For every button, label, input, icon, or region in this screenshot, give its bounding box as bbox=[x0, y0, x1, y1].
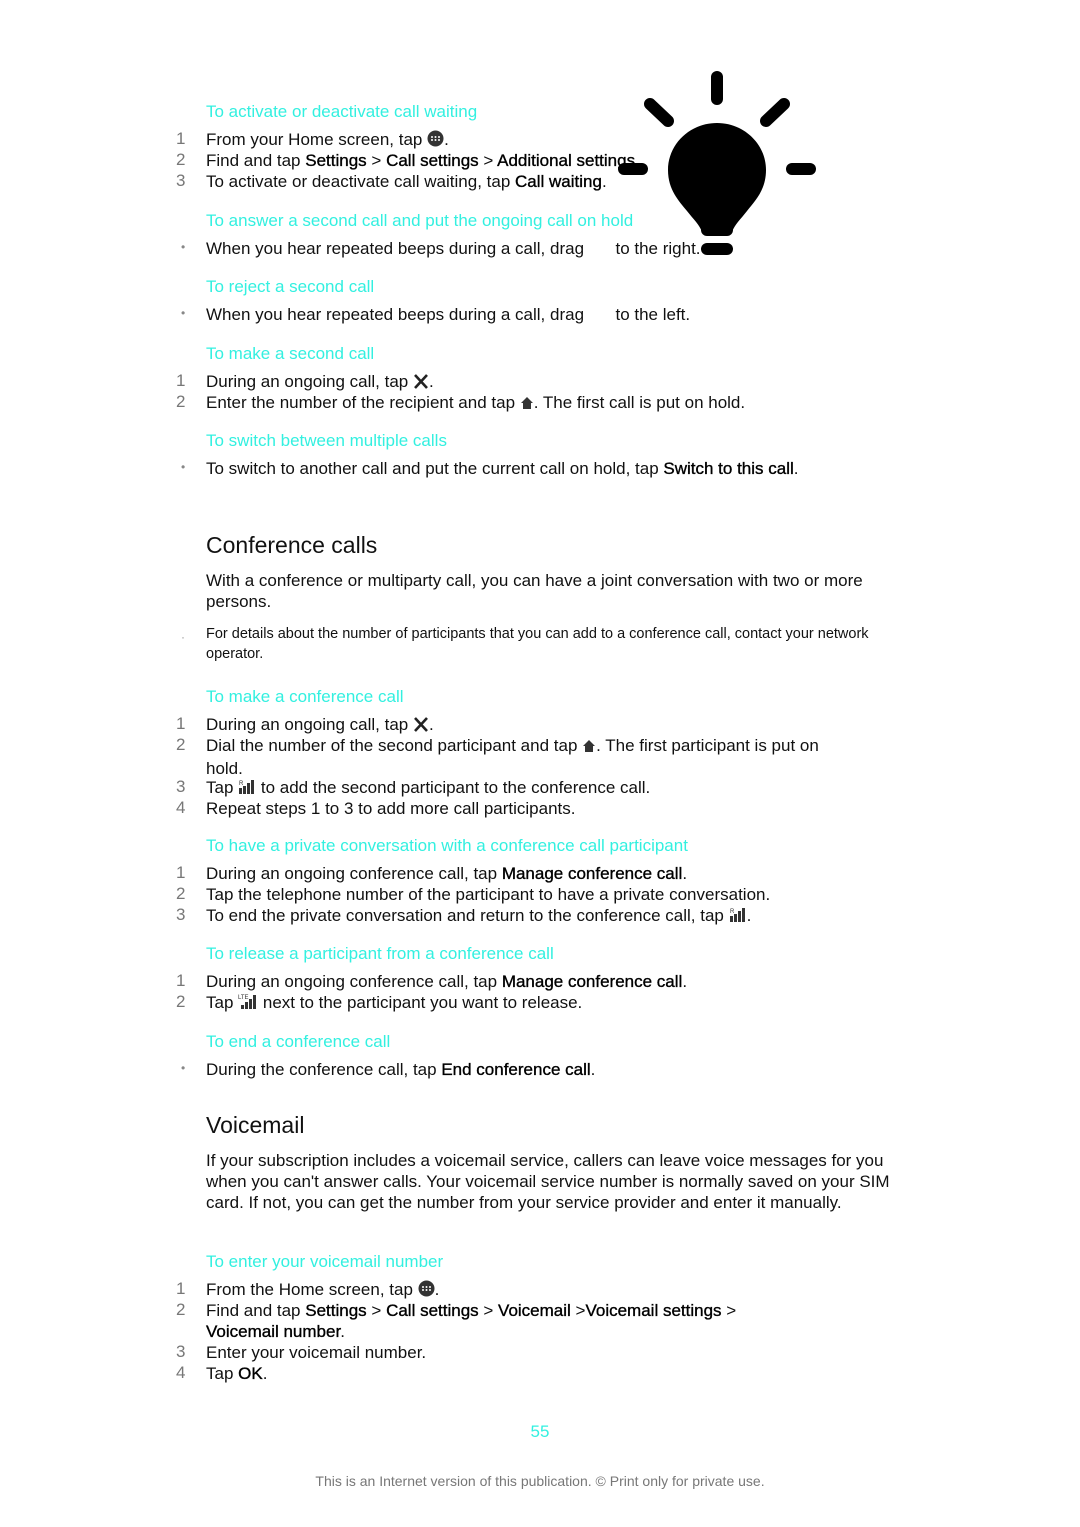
bullet: • bbox=[181, 1061, 186, 1075]
bullet-text: To switch to another call and put the cu… bbox=[206, 459, 799, 478]
hold-home-icon bbox=[582, 737, 596, 758]
ui-label-call-settings: Call settings bbox=[386, 151, 479, 170]
heading-end-conference-call: To end a conference call bbox=[206, 1032, 391, 1051]
step-text: Tap R to add the second participant to t… bbox=[206, 777, 906, 800]
merge-calls-signal-icon: R bbox=[729, 907, 747, 928]
step-text: Tap OK. bbox=[206, 1364, 268, 1383]
hold-home-icon bbox=[520, 394, 534, 415]
ui-label-call-waiting: Call waiting bbox=[515, 172, 602, 191]
section-title-voicemail: Voicemail bbox=[206, 1112, 305, 1138]
bullet: • bbox=[181, 240, 186, 254]
step-text: To end the private conversation and retu… bbox=[206, 905, 926, 928]
step-number: 2 bbox=[176, 735, 186, 754]
step-text: Tap the telephone number of the particip… bbox=[206, 885, 771, 904]
section-title-conference-calls: Conference calls bbox=[206, 532, 378, 558]
ui-label-settings: Settings bbox=[305, 151, 367, 170]
release-lte-signal-icon: LTE bbox=[238, 993, 258, 1015]
merge-calls-signal-icon: R bbox=[238, 779, 256, 800]
heading-call-waiting: To activate or deactivate call waiting bbox=[206, 102, 478, 121]
heading-release-participant: To release a participant from a conferen… bbox=[206, 944, 554, 963]
bullet-text: During the conference call, tap End conf… bbox=[206, 1060, 596, 1079]
bullet: • bbox=[181, 306, 186, 320]
voicemail-intro: If your subscription includes a voicemai… bbox=[206, 1151, 890, 1212]
footer-notice: This is an Internet version of this publ… bbox=[315, 1473, 765, 1489]
conference-note: For details about the number of particip… bbox=[206, 626, 869, 662]
add-call-x-icon bbox=[413, 373, 429, 394]
step-number: 2 bbox=[176, 884, 186, 903]
step-number: 4 bbox=[176, 798, 186, 817]
step-number: 3 bbox=[176, 171, 186, 190]
heading-enter-voicemail-number: To enter your voicemail number bbox=[206, 1252, 444, 1271]
step-number: 2 bbox=[176, 1300, 186, 1319]
step-number: 2 bbox=[176, 992, 186, 1011]
step-text: Enter the number of the recipient and ta… bbox=[206, 392, 906, 415]
step-number: 2 bbox=[176, 150, 186, 169]
heading-answer-second-call: To answer a second call and put the ongo… bbox=[206, 211, 634, 230]
step-number: 1 bbox=[176, 371, 186, 390]
step-text: From the Home screen, tap . bbox=[206, 1279, 906, 1302]
bullet: • bbox=[181, 460, 186, 474]
lightbulb-icon bbox=[612, 66, 822, 266]
page-number: 55 bbox=[530, 1422, 550, 1441]
step-text: During an ongoing conference call, tap M… bbox=[206, 864, 688, 883]
ui-label-switch-to-this-call: Switch to this call bbox=[663, 459, 794, 478]
step-number: 3 bbox=[176, 905, 186, 924]
ui-label-settings: Settings bbox=[305, 1301, 367, 1320]
heading-make-second-call: To make a second call bbox=[206, 344, 375, 363]
svg-text:LTE: LTE bbox=[238, 995, 249, 1001]
ui-label-voicemail-number: Voicemail number bbox=[206, 1322, 341, 1341]
step-text: Find and tap Settings > Call settings > … bbox=[206, 1301, 737, 1341]
ui-label-ok: OK bbox=[238, 1364, 263, 1383]
note-marker: · bbox=[181, 630, 185, 644]
conference-intro: With a conference or multiparty call, yo… bbox=[206, 571, 863, 611]
ui-label-manage-conference-call: Manage conference call bbox=[501, 864, 683, 883]
step-number: 3 bbox=[176, 777, 186, 796]
manual-page: To activate or deactivate call waiting 1… bbox=[0, 0, 1080, 1527]
heading-private-conversation: To have a private conversation with a co… bbox=[206, 836, 688, 855]
step-text: Dial the number of the second participan… bbox=[206, 736, 819, 778]
heading-reject-second-call: To reject a second call bbox=[206, 277, 375, 296]
bullet-text: When you hear repeated beeps during a ca… bbox=[206, 305, 691, 324]
step-text: During an ongoing conference call, tap M… bbox=[206, 972, 688, 991]
apps-grid-icon bbox=[427, 130, 444, 152]
step-number: 4 bbox=[176, 1363, 186, 1382]
step-text: Enter your voicemail number. bbox=[206, 1343, 427, 1362]
step-text: During an ongoing call, tap . bbox=[206, 714, 906, 737]
step-number: 1 bbox=[176, 863, 186, 882]
ui-label-manage-conference-call: Manage conference call bbox=[501, 972, 683, 991]
add-call-x-icon bbox=[413, 716, 429, 737]
apps-grid-icon bbox=[418, 1280, 435, 1302]
ui-label-voicemail: Voicemail bbox=[498, 1301, 571, 1320]
ui-label-end-conference-call: End conference call bbox=[441, 1060, 591, 1079]
ui-label-voicemail-settings: Voicemail settings bbox=[585, 1301, 722, 1320]
step-number: 3 bbox=[176, 1342, 186, 1361]
step-number: 2 bbox=[176, 392, 186, 411]
step-text: Repeat steps 1 to 3 to add more call par… bbox=[206, 799, 576, 818]
step-text: Tap LTE next to the participant you want… bbox=[206, 992, 906, 1015]
heading-switch-calls: To switch between multiple calls bbox=[206, 431, 447, 450]
step-number: 1 bbox=[176, 714, 186, 733]
step-number: 1 bbox=[176, 129, 186, 148]
ui-label-call-settings: Call settings bbox=[386, 1301, 479, 1320]
step-text: During an ongoing call, tap . bbox=[206, 371, 906, 394]
step-number: 1 bbox=[176, 1279, 186, 1298]
heading-make-conference-call: To make a conference call bbox=[206, 687, 404, 706]
step-number: 1 bbox=[176, 971, 186, 990]
